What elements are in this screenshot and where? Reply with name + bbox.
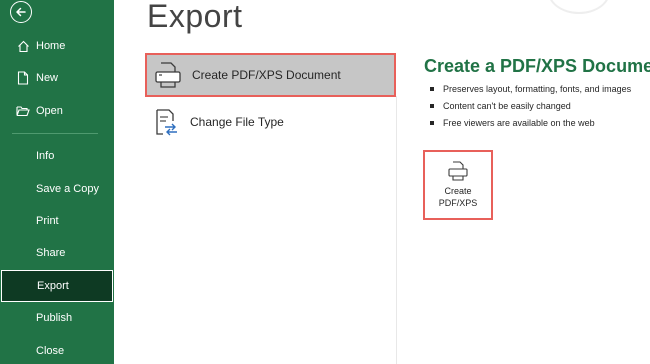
column-divider — [396, 96, 397, 364]
nav-info[interactable]: Info — [0, 141, 114, 171]
pdf-document-icon — [447, 160, 469, 182]
create-pdf-xps-option[interactable]: Create PDF/XPS Document — [145, 53, 396, 97]
detail-bullet-list: Preserves layout, formatting, fonts, and… — [430, 81, 631, 132]
bullet-item: Preserves layout, formatting, fonts, and… — [430, 81, 631, 98]
nav-save-a-copy-label: Save a Copy — [36, 183, 99, 195]
create-pdf-xps-button[interactable]: Create PDF/XPS — [423, 150, 493, 220]
nav-publish[interactable]: Publish — [0, 303, 114, 333]
nav-export-label: Export — [37, 280, 69, 292]
nav-open[interactable]: Open — [0, 96, 114, 126]
nav-new-label: New — [36, 72, 59, 84]
page-title: Export — [147, 0, 243, 34]
create-pdf-xps-option-label: Create PDF/XPS Document — [192, 68, 341, 82]
nav-new[interactable]: New — [0, 63, 114, 93]
nav-print-label: Print — [36, 215, 59, 227]
nav-publish-label: Publish — [36, 312, 73, 324]
nav-share[interactable]: Share — [0, 238, 114, 268]
home-icon — [16, 39, 30, 53]
nav-info-label: Info — [36, 150, 55, 162]
nav-print[interactable]: Print — [0, 206, 114, 236]
nav-home-label: Home — [36, 40, 66, 52]
nav-save-a-copy[interactable]: Save a Copy — [0, 174, 114, 204]
new-document-icon — [16, 71, 30, 85]
create-pdf-xps-button-label: Create PDF/XPS — [438, 186, 478, 208]
nav-close[interactable]: Close — [0, 336, 114, 364]
nav-export[interactable]: Export — [1, 270, 113, 302]
decorative-stamp — [548, 0, 610, 14]
bullet-icon — [430, 86, 434, 91]
bullet-icon — [430, 103, 434, 108]
change-file-type-icon — [151, 107, 181, 137]
nav-close-label: Close — [36, 345, 65, 357]
change-file-type-option-label: Change File Type — [190, 115, 284, 129]
backstage-sidebar: Home New Open Info Save a Copy Print Sha… — [0, 0, 114, 364]
bullet-item: Free viewers are available on the web — [430, 115, 631, 132]
bullet-item: Content can't be easily changed — [430, 98, 631, 115]
folder-open-icon — [16, 104, 30, 118]
nav-open-label: Open — [36, 105, 63, 117]
change-file-type-option[interactable]: Change File Type — [147, 102, 396, 142]
nav-home[interactable]: Home — [0, 31, 114, 61]
sidebar-separator — [12, 133, 98, 134]
detail-title: Create a PDF/XPS Document — [424, 56, 650, 76]
nav-share-label: Share — [36, 247, 66, 259]
back-arrow-icon — [16, 7, 26, 17]
bullet-icon — [430, 120, 434, 125]
back-button[interactable] — [10, 1, 32, 23]
pdf-document-icon — [153, 60, 183, 90]
